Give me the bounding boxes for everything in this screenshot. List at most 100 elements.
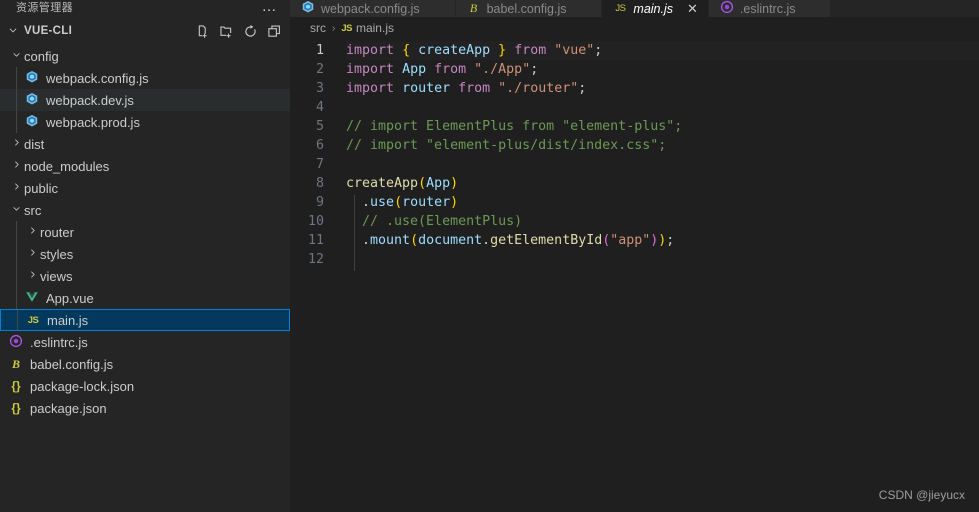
code-token: .: [346, 233, 371, 248]
tree-item-webpack-prod-js[interactable]: webpack.prod.js: [0, 111, 290, 133]
chevron-right-icon[interactable]: [24, 226, 40, 238]
babel-file-icon: B: [469, 1, 478, 15]
explorer-title-row: 资源管理器 …: [0, 0, 290, 16]
code-token: import: [346, 43, 395, 58]
indent-guide: [16, 221, 17, 243]
code-token: App: [426, 176, 451, 191]
code-line-10[interactable]: // .use(ElementPlus): [346, 212, 979, 231]
tab-label: .eslintrc.js: [739, 1, 796, 16]
code-token: from: [514, 43, 547, 58]
line-number: 7: [315, 157, 324, 172]
chevron-right-icon[interactable]: [24, 270, 40, 282]
breadcrumb: src › JS main.js: [290, 17, 979, 39]
code-token: .: [346, 195, 371, 210]
line-number: 1: [315, 43, 324, 58]
indent-guide: [16, 67, 17, 89]
chevron-right-icon[interactable]: [24, 248, 40, 260]
tree-item-config[interactable]: config: [0, 45, 290, 67]
project-root-header[interactable]: VUE-CLI: [0, 19, 290, 43]
code-token: ): [450, 195, 459, 210]
explorer-title: 资源管理器: [16, 1, 73, 14]
line-number: 2: [315, 62, 324, 77]
code-token: router: [402, 195, 451, 210]
code-editor[interactable]: 1 2 3 4 5 6 7 8 9 10 11 12 import { createApp } fro…: [290, 39, 979, 507]
eslint-file-icon: [9, 334, 23, 351]
code-line-5[interactable]: // import ElementPlus from "element-plus…: [346, 117, 979, 136]
tree-item-router[interactable]: router: [0, 221, 290, 243]
tree-item-src[interactable]: src: [0, 199, 290, 221]
indent-guide: [16, 287, 17, 309]
tree-item-package-lock-json[interactable]: {} package-lock.json: [0, 375, 290, 397]
code-line-6[interactable]: // import "element-plus/dist/index.css";: [346, 136, 979, 155]
tree-item-label: webpack.config.js: [46, 70, 149, 86]
tree-item-label: node_modules: [24, 158, 110, 174]
tree-item-label: package-lock.json: [30, 378, 135, 394]
line-number: 3: [315, 81, 324, 96]
indent-guide: [16, 89, 17, 111]
tree-item-label: webpack.prod.js: [46, 114, 140, 130]
code-token: getElementById: [490, 233, 603, 248]
line-number: 9: [315, 195, 324, 210]
tree-item-webpack-dev-js[interactable]: webpack.dev.js: [0, 89, 290, 111]
code-token: "app": [610, 233, 651, 248]
tree-item-views[interactable]: views: [0, 265, 290, 287]
breadcrumb-folder[interactable]: src: [310, 21, 326, 35]
js-file-icon: JS: [341, 22, 352, 34]
code-token: ): [450, 176, 459, 191]
vscode-window: 资源管理器 … VUE-CLI config webpack.config.js…: [0, 0, 979, 512]
code-line-2[interactable]: import App from "./App";: [346, 60, 979, 79]
code-token: (: [410, 233, 419, 248]
tree-item-styles[interactable]: styles: [0, 243, 290, 265]
collapse-all-icon[interactable]: [267, 24, 282, 39]
code-line-8[interactable]: createApp(App): [346, 174, 979, 193]
close-icon[interactable]: ✕: [687, 2, 698, 15]
refresh-icon[interactable]: [243, 24, 258, 39]
code-line-9[interactable]: .use(router): [346, 193, 979, 212]
code-token: createApp: [346, 176, 419, 191]
code-line-12[interactable]: [346, 250, 979, 269]
code-lines[interactable]: import { createApp } from "vue"; import A…: [346, 41, 979, 271]
tree-item-label: views: [40, 268, 73, 284]
tab-label: webpack.config.js: [321, 1, 420, 16]
chevron-right-icon[interactable]: [8, 138, 24, 150]
new-file-icon[interactable]: [195, 24, 210, 39]
chevron-right-icon: ›: [332, 22, 336, 34]
tree-item-package-json[interactable]: {} package.json: [0, 397, 290, 419]
tree-item-dist[interactable]: dist: [0, 133, 290, 155]
tree-item-label: router: [40, 224, 74, 240]
tree-item-public[interactable]: public: [0, 177, 290, 199]
indent-guide: [17, 310, 18, 330]
code-token: (: [418, 176, 427, 191]
explorer-more-actions-icon[interactable]: …: [262, 0, 279, 14]
code-line-1[interactable]: import { createApp } from "vue";: [346, 41, 979, 60]
chevron-down-icon: [8, 25, 24, 38]
chevron-down-icon[interactable]: [8, 50, 24, 62]
tree-item-label: package.json: [30, 400, 107, 416]
js-file-icon: JS: [27, 314, 39, 326]
chevron-right-icon[interactable]: [8, 182, 24, 194]
code-line-7[interactable]: [346, 155, 979, 174]
code-line-11[interactable]: .mount(document.getElementById("app"));: [346, 231, 979, 250]
breadcrumb-file[interactable]: main.js: [356, 21, 394, 35]
tree-item-label: styles: [40, 246, 74, 262]
tree-item-babel-config-js[interactable]: Bbabel.config.js: [0, 353, 290, 375]
code-line-3[interactable]: import router from "./router";: [346, 79, 979, 98]
webpack-file-icon: [25, 92, 39, 109]
explorer-sidebar: 资源管理器 … VUE-CLI config webpack.config.js…: [0, 0, 290, 512]
chevron-down-icon[interactable]: [8, 204, 24, 216]
tree-item-node-modules[interactable]: node_modules: [0, 155, 290, 177]
tree-item-app-vue[interactable]: App.vue: [0, 287, 290, 309]
new-folder-icon[interactable]: [219, 24, 234, 39]
tree-item--eslintrc-js[interactable]: .eslintrc.js: [0, 331, 290, 353]
tree-item-main-js[interactable]: JS main.js: [0, 309, 290, 331]
code-line-4[interactable]: [346, 98, 979, 117]
chevron-right-icon[interactable]: [8, 160, 24, 172]
tree-item-webpack-config-js[interactable]: webpack.config.js: [0, 67, 290, 89]
vue-file-icon: [25, 290, 39, 307]
